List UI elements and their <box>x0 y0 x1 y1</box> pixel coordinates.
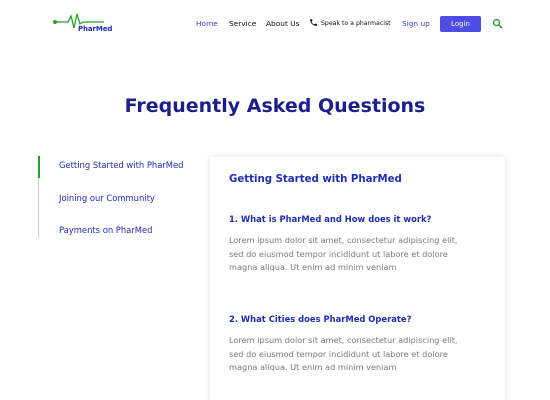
tab-getting-started[interactable]: Getting Started with PharMed <box>59 160 183 170</box>
faq-answer: Lorem ipsum dolor sit amet, consectetur … <box>229 235 458 272</box>
faq-question[interactable]: 2. What Cities does PharMed Operate? <box>229 314 411 324</box>
faq-category-tabs: Getting Started with PharMed Joining our… <box>38 156 208 238</box>
nav-home[interactable]: Home <box>196 19 218 28</box>
faq-answer: Lorem ipsum dolor sit amet, consectetur … <box>229 335 458 372</box>
search-icon[interactable] <box>492 18 503 29</box>
nav-service[interactable]: Service <box>229 19 256 28</box>
card-heading: Getting Started with PharMed <box>229 174 402 185</box>
login-button[interactable]: Login <box>440 16 481 32</box>
tab-joining-community[interactable]: Joining our Community <box>59 193 155 203</box>
page-title: Frequently Asked Questions <box>124 95 426 117</box>
faq-question[interactable]: 1. What is PharMed and How does it work? <box>229 214 431 224</box>
pharmed-logo[interactable]: PharMed <box>52 12 112 36</box>
nav-sign-up[interactable]: Sign up <box>402 19 430 28</box>
active-tab-indicator <box>38 156 40 178</box>
tab-payments[interactable]: Payments on PharMed <box>59 225 152 235</box>
nav-speak-to-pharmacist[interactable]: Speak to a pharmacist <box>321 20 391 27</box>
page: PharMed Home Service About Us Speak to a… <box>0 0 550 400</box>
top-navigation: PharMed Home Service About Us Speak to a… <box>0 0 550 48</box>
faq-content-card: Getting Started with PharMed 1. What is … <box>210 157 505 400</box>
logo-text: PharMed <box>78 25 113 33</box>
nav-about-us[interactable]: About Us <box>266 19 299 28</box>
phone-icon <box>310 19 317 26</box>
